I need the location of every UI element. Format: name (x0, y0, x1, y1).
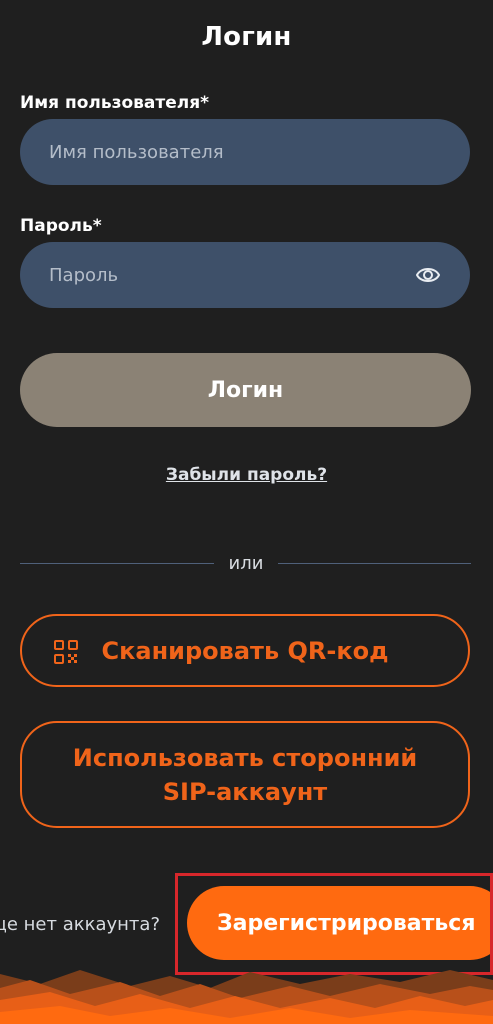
login-button[interactable]: Логин (20, 353, 471, 427)
page-title: Логин (201, 22, 292, 52)
scan-qr-label: Сканировать QR-код (101, 636, 389, 665)
qr-code-icon (54, 640, 78, 664)
password-input[interactable] (47, 263, 411, 287)
divider-line-left (20, 563, 214, 564)
third-party-sip-button[interactable]: Использовать сторонний SIP-аккаунт (20, 721, 470, 828)
eye-icon[interactable] (416, 264, 440, 286)
password-field-container[interactable] (20, 242, 470, 308)
username-field-container[interactable] (20, 119, 470, 185)
mountains-decoration (0, 970, 493, 1024)
scan-qr-button[interactable]: Сканировать QR-код (20, 614, 470, 687)
forgot-password-link[interactable]: Забыли пароль? (0, 465, 493, 485)
no-account-text: Еще нет аккаунта? (0, 914, 160, 935)
username-label: Имя пользователя* (20, 93, 210, 113)
username-input[interactable] (47, 140, 411, 164)
divider-line-right (278, 563, 471, 564)
divider-text: или (228, 553, 264, 574)
third-party-sip-label-line1: Использовать сторонний (72, 743, 418, 772)
third-party-sip-label-line2: SIP-аккаунт (162, 777, 328, 806)
password-label: Пароль* (20, 216, 102, 236)
